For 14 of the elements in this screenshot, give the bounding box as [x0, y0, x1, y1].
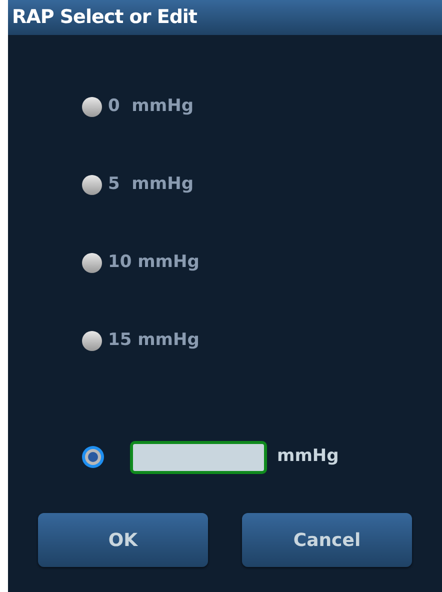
unit-label: mmHg [277, 445, 339, 468]
dialog-button[interactable]: Cancel [242, 513, 412, 567]
input-field[interactable] [130, 440, 267, 474]
option-label: 0 mmHg [108, 95, 194, 118]
option-label: 10 mmHg [108, 251, 200, 274]
radio-button[interactable] [82, 446, 104, 468]
option-label: 15 mmHg [108, 329, 200, 352]
window-title: RAP Select or Edit [12, 5, 198, 30]
radio-button[interactable] [82, 97, 102, 117]
radio-button[interactable] [82, 175, 102, 195]
radio-button[interactable] [82, 253, 102, 273]
radio-button[interactable] [82, 331, 102, 351]
dialog-button[interactable]: OK [38, 513, 208, 567]
option-label: 5 mmHg [108, 173, 194, 196]
